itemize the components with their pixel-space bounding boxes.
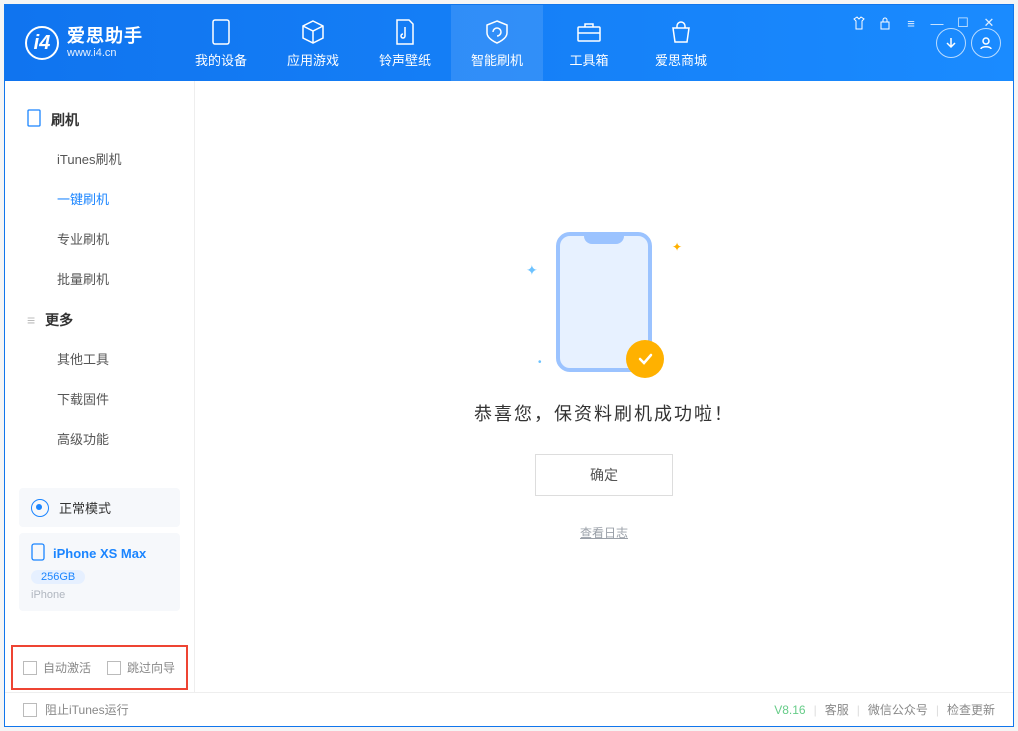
nav-my-device[interactable]: 我的设备 <box>175 5 267 81</box>
highlighted-options: 自动激活 跳过向导 <box>11 645 188 690</box>
success-illustration: ✦ ✦ • <box>556 232 652 372</box>
sparkle-icon: ✦ <box>526 262 538 279</box>
title-action-buttons <box>936 28 1001 58</box>
device-name: iPhone XS Max <box>53 546 146 561</box>
group-label: 更多 <box>45 310 73 330</box>
check-update-link[interactable]: 检查更新 <box>947 701 995 718</box>
app-subtitle: www.i4.cn <box>67 47 143 59</box>
nav-ringtones[interactable]: 铃声壁纸 <box>359 5 451 81</box>
sidebar-item-advanced[interactable]: 高级功能 <box>5 420 194 460</box>
briefcase-icon <box>575 18 603 46</box>
music-file-icon <box>391 18 419 46</box>
mode-label: 正常模式 <box>59 498 111 517</box>
view-log-link[interactable]: 查看日志 <box>580 524 628 541</box>
sidebar-group-more: ≡ 更多 <box>5 300 194 340</box>
status-bar: 阻止iTunes运行 V8.16 | 客服 | 微信公众号 | 检查更新 <box>5 692 1013 726</box>
download-button[interactable] <box>936 28 966 58</box>
device-icon <box>207 18 235 46</box>
close-button[interactable]: ✕ <box>981 15 997 31</box>
sidebar-item-other-tools[interactable]: 其他工具 <box>5 340 194 380</box>
logo-icon: i4 <box>25 26 59 60</box>
device-type: iPhone <box>31 589 168 601</box>
sidebar: 刷机 iTunes刷机 一键刷机 专业刷机 批量刷机 ≡ 更多 其他工具 下载固… <box>5 81 195 692</box>
device-mode-panel[interactable]: 正常模式 <box>19 488 180 527</box>
checkbox-icon[interactable] <box>23 703 37 717</box>
nav-apps[interactable]: 应用游戏 <box>267 5 359 81</box>
support-link[interactable]: 客服 <box>825 701 849 718</box>
sidebar-group-flash: 刷机 <box>5 99 194 140</box>
device-phone-icon <box>31 543 45 564</box>
sparkle-icon: ✦ <box>672 240 682 254</box>
wechat-link[interactable]: 微信公众号 <box>868 701 928 718</box>
nav-label: 我的设备 <box>195 50 247 69</box>
device-storage-badge: 256GB <box>31 570 85 584</box>
shield-refresh-icon <box>483 18 511 46</box>
menu-icon[interactable]: ≡ <box>903 15 919 31</box>
app-window: i4 爱思助手 www.i4.cn 我的设备 应用游戏 铃声壁纸 智能刷机 <box>4 4 1014 727</box>
bag-icon <box>667 18 695 46</box>
main-nav: 我的设备 应用游戏 铃声壁纸 智能刷机 工具箱 爱思商城 <box>175 5 727 81</box>
nav-store[interactable]: 爱思商城 <box>635 5 727 81</box>
checkbox-icon[interactable] <box>23 661 37 675</box>
device-panel[interactable]: iPhone XS Max 256GB iPhone <box>19 533 180 611</box>
auto-activate-option[interactable]: 自动激活 <box>23 659 91 676</box>
minimize-button[interactable]: — <box>929 15 945 31</box>
nav-label: 工具箱 <box>569 50 608 69</box>
main-content: ✦ ✦ • 恭喜您，保资料刷机成功啦！ 确定 查看日志 <box>195 81 1013 692</box>
nav-smart-flash[interactable]: 智能刷机 <box>451 5 543 81</box>
sidebar-item-batch-flash[interactable]: 批量刷机 <box>5 260 194 300</box>
lock-icon[interactable] <box>877 15 893 31</box>
skip-wizard-option[interactable]: 跳过向导 <box>107 659 175 676</box>
sidebar-item-pro-flash[interactable]: 专业刷机 <box>5 220 194 260</box>
sidebar-item-onekey-flash[interactable]: 一键刷机 <box>5 180 194 220</box>
app-logo: i4 爱思助手 www.i4.cn <box>25 26 143 60</box>
cube-icon <box>299 18 327 46</box>
sidebar-item-download-firmware[interactable]: 下载固件 <box>5 380 194 420</box>
tshirt-icon[interactable] <box>851 15 867 31</box>
checkbox-icon[interactable] <box>107 661 121 675</box>
success-message: 恭喜您，保资料刷机成功啦！ <box>474 400 734 426</box>
sparkle-icon: • <box>538 357 542 368</box>
stop-itunes-label[interactable]: 阻止iTunes运行 <box>45 701 129 718</box>
nav-label: 智能刷机 <box>471 50 523 69</box>
app-title: 爱思助手 <box>67 27 143 47</box>
nav-toolbox[interactable]: 工具箱 <box>543 5 635 81</box>
phone-icon <box>27 109 41 130</box>
nav-label: 应用游戏 <box>287 50 339 69</box>
user-button[interactable] <box>971 28 1001 58</box>
maximize-button[interactable]: ☐ <box>955 15 971 31</box>
group-label: 刷机 <box>51 110 79 130</box>
titlebar: i4 爱思助手 www.i4.cn 我的设备 应用游戏 铃声壁纸 智能刷机 <box>5 5 1013 81</box>
nav-label: 爱思商城 <box>655 50 707 69</box>
body: 刷机 iTunes刷机 一键刷机 专业刷机 批量刷机 ≡ 更多 其他工具 下载固… <box>5 81 1013 692</box>
ok-button[interactable]: 确定 <box>535 454 673 496</box>
version-label: V8.16 <box>774 703 805 717</box>
nav-label: 铃声壁纸 <box>379 50 431 69</box>
window-controls: ≡ — ☐ ✕ <box>851 15 997 31</box>
list-icon: ≡ <box>27 312 35 328</box>
phone-illustration <box>556 232 652 372</box>
sidebar-item-itunes-flash[interactable]: iTunes刷机 <box>5 140 194 180</box>
mode-indicator-icon <box>31 499 49 517</box>
check-badge-icon <box>626 340 664 378</box>
